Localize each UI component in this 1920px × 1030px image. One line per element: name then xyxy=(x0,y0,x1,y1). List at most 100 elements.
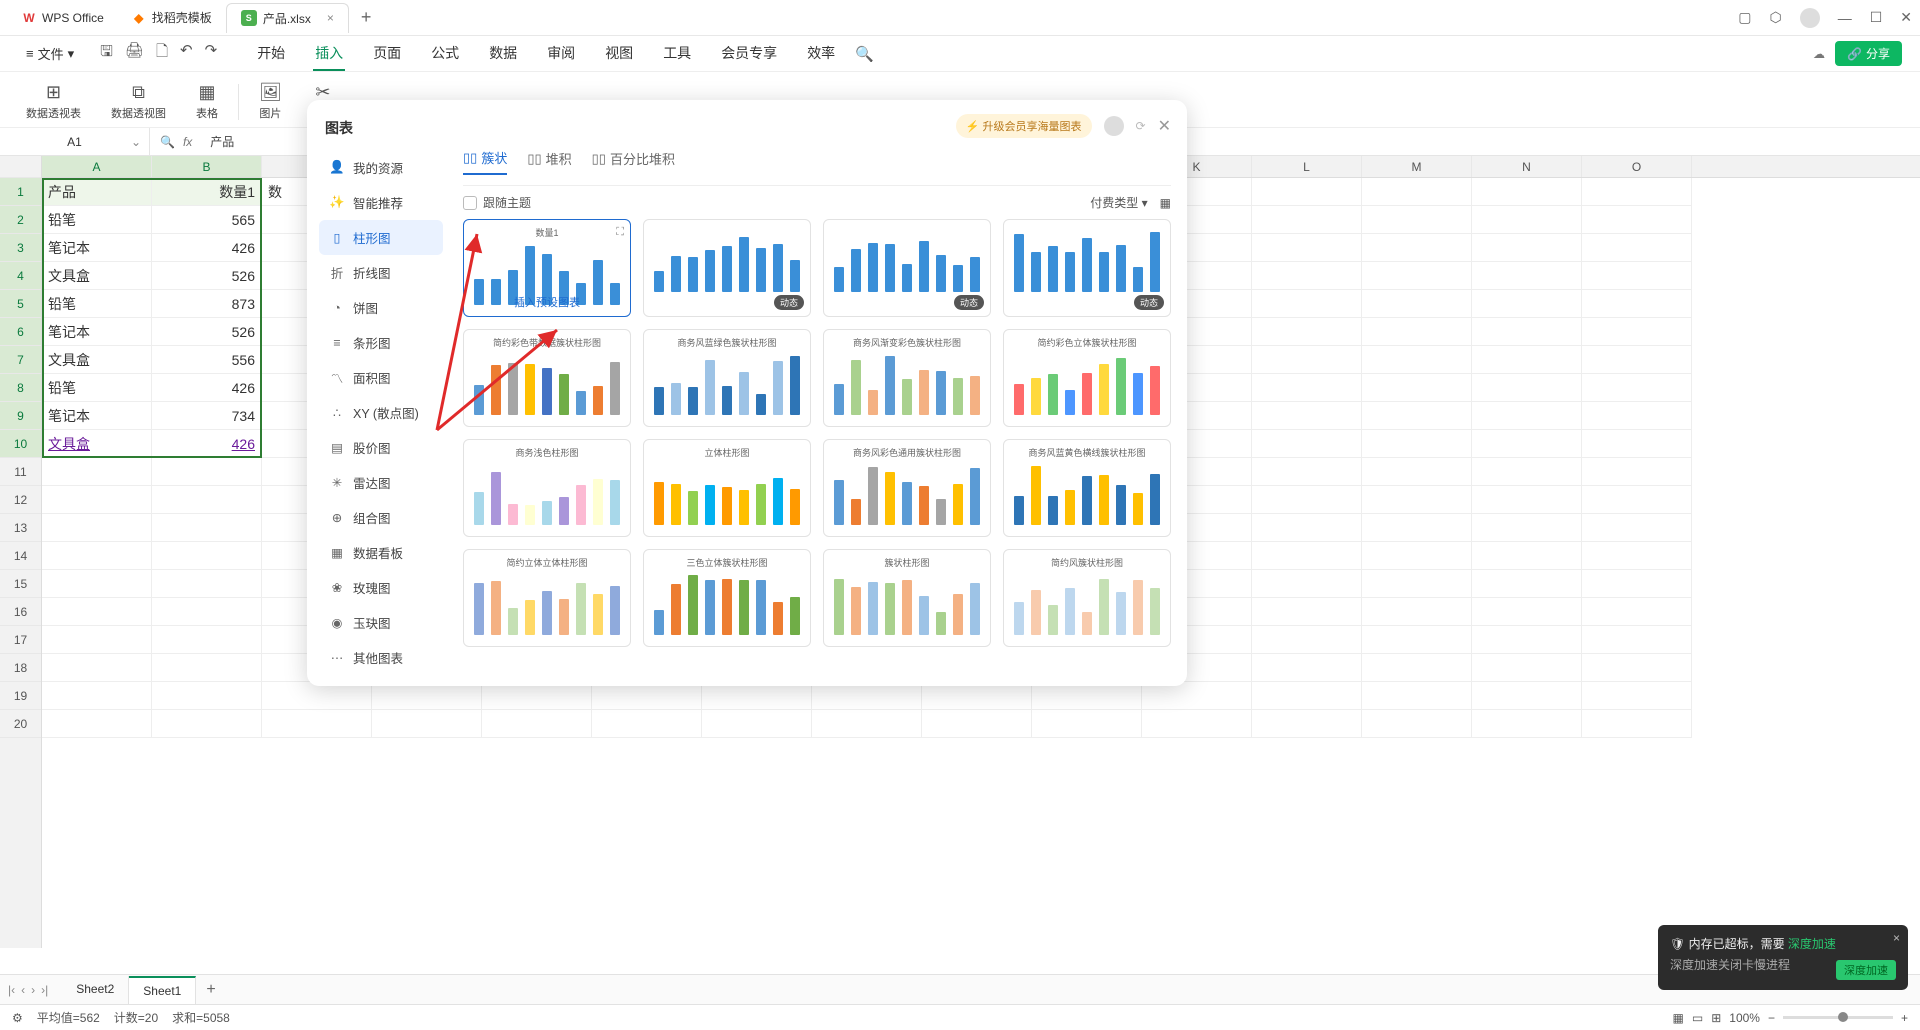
cell[interactable] xyxy=(1362,234,1472,262)
print-icon[interactable]: 🖨 xyxy=(125,41,144,66)
cell[interactable] xyxy=(1582,262,1692,290)
cell[interactable] xyxy=(1362,430,1472,458)
cell[interactable] xyxy=(1472,290,1582,318)
cell[interactable] xyxy=(1472,542,1582,570)
chart-thumbnail[interactable]: 簇状柱形图 xyxy=(823,549,991,647)
row-header[interactable]: 2 xyxy=(0,206,41,234)
chart-category-饼图[interactable]: ◔饼图 xyxy=(319,290,443,325)
cell[interactable] xyxy=(1252,710,1362,738)
search-icon[interactable]: 🔍 xyxy=(855,45,874,63)
chart-thumbnail[interactable]: 商务风蓝黄色横线簇状柱形图 xyxy=(1003,439,1171,537)
cell[interactable] xyxy=(1252,234,1362,262)
row-header[interactable]: 12 xyxy=(0,486,41,514)
cell[interactable] xyxy=(1472,262,1582,290)
cell[interactable] xyxy=(152,598,262,626)
new-tab-button[interactable]: + xyxy=(349,7,384,28)
cell[interactable] xyxy=(152,710,262,738)
cell[interactable] xyxy=(1472,234,1582,262)
row-header[interactable]: 7 xyxy=(0,346,41,374)
cell[interactable] xyxy=(1362,346,1472,374)
row-header[interactable]: 4 xyxy=(0,262,41,290)
cell[interactable] xyxy=(1362,682,1472,710)
menu-插入[interactable]: 插入 xyxy=(313,37,345,71)
chart-category-智能推荐[interactable]: ✨智能推荐 xyxy=(319,185,443,220)
sheet-next-icon[interactable]: › xyxy=(31,983,35,997)
zoom-in-icon[interactable]: + xyxy=(1901,1011,1908,1025)
cell[interactable] xyxy=(1362,598,1472,626)
cell[interactable] xyxy=(42,710,152,738)
menu-开始[interactable]: 开始 xyxy=(255,37,287,71)
row-header[interactable]: 1 xyxy=(0,178,41,206)
menu-页面[interactable]: 页面 xyxy=(371,37,403,71)
cell[interactable]: 526 xyxy=(152,318,262,346)
app-tab-document[interactable]: S 产品.xlsx × xyxy=(226,3,349,33)
minimize-icon[interactable]: — xyxy=(1838,10,1852,26)
cell[interactable] xyxy=(1252,262,1362,290)
preview-icon[interactable]: 🗋 xyxy=(156,41,168,66)
maximize-icon[interactable]: ☐ xyxy=(1870,9,1883,26)
cell[interactable] xyxy=(262,710,372,738)
cell[interactable] xyxy=(1472,206,1582,234)
cell[interactable] xyxy=(42,486,152,514)
cell[interactable] xyxy=(1252,598,1362,626)
cell[interactable] xyxy=(1252,626,1362,654)
cell[interactable]: 笔记本 xyxy=(42,318,152,346)
save-icon[interactable]: 🖫 xyxy=(100,41,113,66)
cell[interactable] xyxy=(1582,626,1692,654)
row-header[interactable]: 10 xyxy=(0,430,41,458)
cell[interactable]: 笔记本 xyxy=(42,234,152,262)
chart-thumbnail[interactable]: 简约风簇状柱形图 xyxy=(1003,549,1171,647)
cell[interactable] xyxy=(1252,290,1362,318)
cell[interactable] xyxy=(1582,318,1692,346)
cell[interactable] xyxy=(1362,654,1472,682)
cell[interactable]: 426 xyxy=(152,430,262,458)
cell[interactable] xyxy=(1582,486,1692,514)
cell[interactable] xyxy=(1362,626,1472,654)
cell[interactable] xyxy=(1582,654,1692,682)
col-header[interactable]: O xyxy=(1582,156,1692,177)
cell[interactable] xyxy=(42,542,152,570)
cell[interactable] xyxy=(1472,682,1582,710)
cell[interactable] xyxy=(42,458,152,486)
cell[interactable] xyxy=(1252,514,1362,542)
chart-thumbnail[interactable]: 动态 xyxy=(1003,219,1171,317)
menu-数据[interactable]: 数据 xyxy=(487,37,519,71)
row-header[interactable]: 6 xyxy=(0,318,41,346)
cell[interactable]: 565 xyxy=(152,206,262,234)
cell[interactable] xyxy=(1362,206,1472,234)
close-tab-icon[interactable]: × xyxy=(327,11,334,25)
col-header[interactable]: L xyxy=(1252,156,1362,177)
cell[interactable] xyxy=(1362,514,1472,542)
cell[interactable] xyxy=(152,654,262,682)
cell[interactable] xyxy=(482,710,592,738)
cell[interactable] xyxy=(1472,458,1582,486)
cell[interactable] xyxy=(1582,598,1692,626)
cell[interactable] xyxy=(1252,318,1362,346)
redo-icon[interactable]: ↷ xyxy=(205,41,218,66)
fx-icon[interactable]: fx xyxy=(183,135,192,149)
cell[interactable] xyxy=(702,682,812,710)
view-normal-icon[interactable]: ▦ xyxy=(1673,1011,1684,1025)
chart-category-雷达图[interactable]: ✳雷达图 xyxy=(319,465,443,500)
expand-icon[interactable]: ⛶ xyxy=(616,226,624,239)
cell[interactable]: 数量1 xyxy=(152,178,262,206)
cell[interactable] xyxy=(1582,234,1692,262)
chart-thumbnail[interactable]: 动态 xyxy=(823,219,991,317)
menu-审阅[interactable]: 审阅 xyxy=(545,37,577,71)
cell[interactable]: 铅笔 xyxy=(42,206,152,234)
cell[interactable]: 文具盒 xyxy=(42,430,152,458)
cell[interactable]: 426 xyxy=(152,234,262,262)
cell[interactable] xyxy=(1362,542,1472,570)
zoom-out-icon[interactable]: − xyxy=(1768,1011,1775,1025)
panel-icon[interactable]: ▢ xyxy=(1738,9,1751,26)
cell[interactable] xyxy=(1362,178,1472,206)
cell[interactable] xyxy=(152,514,262,542)
cell[interactable] xyxy=(1472,486,1582,514)
cell[interactable] xyxy=(1362,486,1472,514)
chart-thumbnail[interactable]: 立体柱形图 xyxy=(643,439,811,537)
cell[interactable]: 526 xyxy=(152,262,262,290)
col-header[interactable]: N xyxy=(1472,156,1582,177)
cell[interactable]: 873 xyxy=(152,290,262,318)
cell[interactable] xyxy=(1032,682,1142,710)
chart-subtab-簇状[interactable]: ▯▯ 簇状 xyxy=(463,148,507,175)
